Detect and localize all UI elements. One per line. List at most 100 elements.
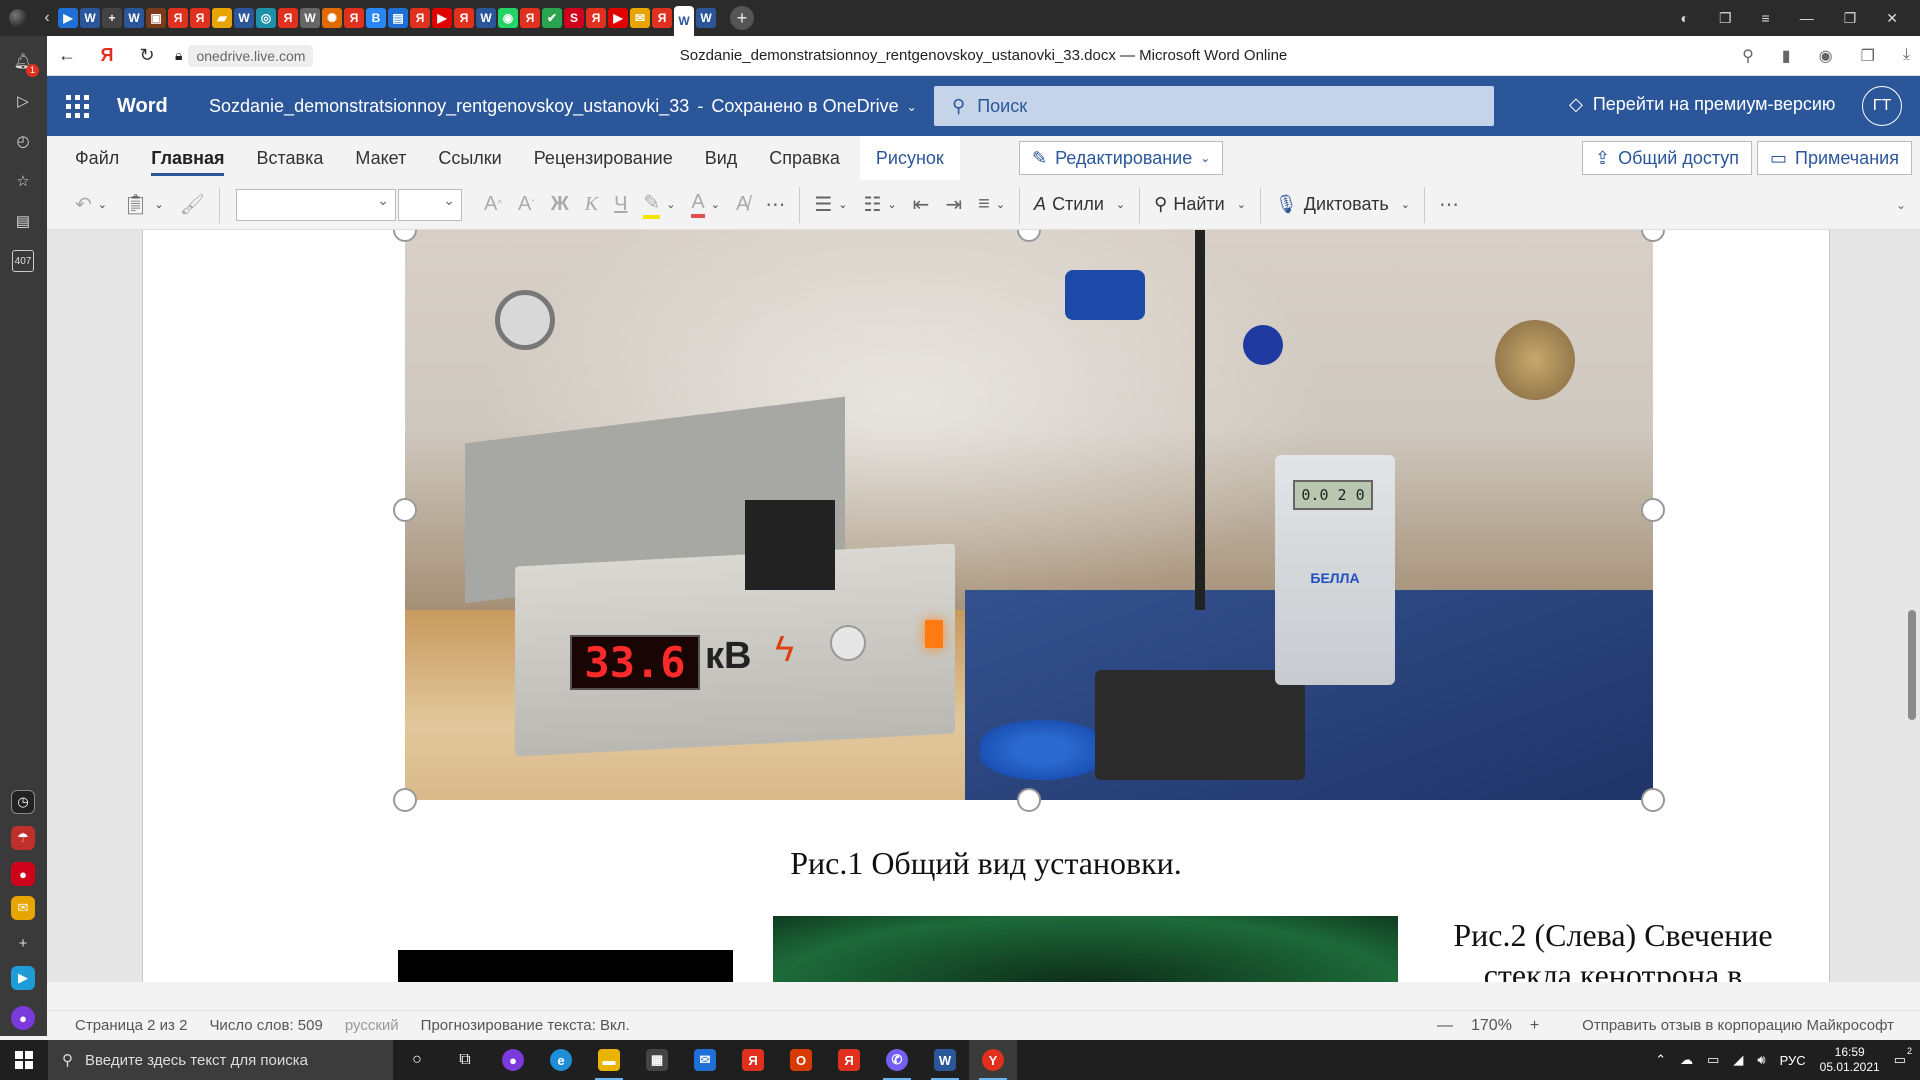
mail-icon[interactable]: ✉ [681, 1040, 729, 1080]
paste-button[interactable]: 📋︎ ⌄ [115, 188, 172, 222]
network-icon[interactable]: ◢ [1733, 1052, 1743, 1068]
figure-1-caption[interactable]: Рис.1 Общий вид установки. [143, 845, 1829, 882]
tab-icon-shield[interactable]: ✔ [542, 8, 562, 28]
app-mail-icon[interactable]: ✉ [11, 896, 35, 920]
alice-taskbar-icon[interactable]: ● [489, 1040, 537, 1080]
vertical-scrollbar[interactable] [1908, 610, 1916, 720]
tab-icon-site[interactable]: ◎ [256, 8, 276, 28]
back-icon[interactable]: ← [47, 45, 87, 66]
app-umbrella-icon[interactable]: ☂ [11, 826, 35, 850]
tab-icon-word[interactable]: W [124, 8, 144, 28]
tab-icon-youtube[interactable]: ▶ [608, 8, 628, 28]
yandex-icon[interactable]: Я [729, 1040, 777, 1080]
tab-icon-yandex[interactable]: Я [652, 8, 672, 28]
tab-icon-yandex[interactable]: Я [168, 8, 188, 28]
numbering-icon[interactable]: ☷ ⌄ [855, 188, 904, 222]
tab-icon-yandex[interactable]: Я [454, 8, 474, 28]
feedback-link[interactable]: Отправить отзыв в корпорацию Майкрософт [1582, 1017, 1894, 1034]
edge-icon[interactable]: e [537, 1040, 585, 1080]
restore-icon[interactable]: ❐ [1844, 10, 1857, 27]
office-icon[interactable]: O [777, 1040, 825, 1080]
browser-logo-icon[interactable] [0, 0, 36, 36]
highlight-icon[interactable]: ✎ ⌄ [635, 188, 683, 222]
avatar[interactable]: ГТ [1862, 86, 1902, 126]
increase-indent-icon[interactable]: ⇥ [937, 188, 970, 222]
tab-icon-vk[interactable]: B [366, 8, 386, 28]
tab-icon-word[interactable]: W [696, 8, 716, 28]
onedrive-icon[interactable]: ☁ [1680, 1052, 1693, 1068]
alice-icon[interactable]: ● [11, 1006, 35, 1030]
app-launcher-icon[interactable] [47, 76, 107, 136]
collections-icon[interactable]: ◐ [1681, 10, 1689, 26]
search-input[interactable]: ⚲ Поиск [934, 86, 1494, 126]
clear-formatting-icon[interactable]: A̸ [728, 188, 757, 222]
tab-icon-book[interactable]: ▣ [146, 8, 166, 28]
tab-icon-plus[interactable]: + [102, 8, 122, 28]
tab-icon-word[interactable]: W [80, 8, 100, 28]
tab-icon-yandex[interactable]: Я [278, 8, 298, 28]
editing-mode-button[interactable]: ✎ Редактирование ⌄ [1019, 141, 1224, 175]
word-count[interactable]: Число слов: 509 [209, 1017, 322, 1034]
menu-icon[interactable]: ≡ [1762, 10, 1770, 26]
battery-icon[interactable]: ▭ [1707, 1052, 1719, 1068]
dictate-button[interactable]: 🎙︎ Диктовать ⌄ [1267, 188, 1418, 222]
bullets-icon[interactable]: ☰ ⌄ [806, 188, 855, 222]
font-name-select[interactable] [235, 188, 396, 221]
task-view-icon[interactable]: ⧉ [441, 1040, 489, 1080]
tab-picture[interactable]: Рисунок [859, 136, 960, 180]
input-language[interactable]: РУС [1780, 1053, 1806, 1068]
viber-icon[interactable]: ✆ [873, 1040, 921, 1080]
tab-icon-yandex[interactable]: Я [520, 8, 540, 28]
tab-icon-yandex[interactable]: Я [190, 8, 210, 28]
zoom-in-button[interactable]: + [1530, 1017, 1539, 1035]
undo-button[interactable]: ↶ ⌄ [67, 188, 115, 222]
start-button[interactable] [0, 1040, 48, 1080]
resize-handle[interactable] [1641, 498, 1665, 522]
clock[interactable]: 16:59 05.01.2021 [1820, 1045, 1880, 1075]
figure-2-caption[interactable]: Рис.2 (Слева) Свечение стекла кенотрона … [1433, 915, 1793, 982]
play-icon[interactable]: ▷ [12, 90, 34, 112]
tab-icon-youtube[interactable]: ▶ [432, 8, 452, 28]
font-size-select[interactable] [397, 188, 462, 221]
tab-layout[interactable]: Макет [339, 136, 422, 180]
yandex-home-icon[interactable]: Я [87, 45, 127, 66]
tab-icon-word[interactable]: W [234, 8, 254, 28]
figure-2-right-image[interactable] [773, 916, 1398, 982]
app-name[interactable]: Word [117, 95, 187, 118]
align-icon[interactable]: ≡ ⌄ [970, 188, 1013, 222]
tab-help[interactable]: Справка [753, 136, 856, 180]
tab-icon-mail[interactable]: ✉ [630, 8, 650, 28]
tab-view[interactable]: Вид [689, 136, 754, 180]
tab-icon-yandex[interactable]: Я [344, 8, 364, 28]
resize-handle[interactable] [1641, 788, 1665, 812]
translate-icon[interactable]: ⚲ [1742, 46, 1754, 66]
protect-icon[interactable]: ◉ [1819, 46, 1833, 66]
history-icon[interactable]: ◴ [12, 130, 34, 152]
tab-icon-word[interactable]: W [476, 8, 496, 28]
zoom-level[interactable]: 170% [1471, 1017, 1512, 1035]
ribbon-collapse-icon[interactable]: ⌄ [1888, 188, 1914, 222]
decrease-indent-icon[interactable]: ⇤ [905, 188, 938, 222]
find-button[interactable]: ⚲ Найти ⌄ [1146, 188, 1254, 222]
bookmark-icon[interactable]: ▮ [1782, 46, 1791, 66]
tab-icon-video[interactable]: ▶ [58, 8, 78, 28]
word-taskbar-icon[interactable]: W [921, 1040, 969, 1080]
resize-handle[interactable] [393, 788, 417, 812]
grow-font-icon[interactable]: A ^ [476, 188, 510, 222]
tab-icon-yandex[interactable]: Я [586, 8, 606, 28]
underline-icon[interactable]: Ч [606, 188, 635, 222]
italic-icon[interactable]: К [577, 188, 606, 222]
url-field[interactable]: 🔒︎ onedrive.live.com [175, 44, 314, 67]
figure-1-photo[interactable]: 33.6 кВ ϟ 0.0 2 0 БЕЛЛА [405, 230, 1653, 800]
comments-button[interactable]: ▭ Примечания [1757, 141, 1912, 175]
close-icon[interactable]: ✕ [1886, 10, 1898, 27]
share-button[interactable]: ⇪ Общий доступ [1582, 141, 1753, 175]
tray-expand-icon[interactable]: ⌃ [1655, 1052, 1666, 1068]
add-app-icon[interactable]: + [12, 932, 34, 954]
counter-badge[interactable]: 407 [12, 250, 34, 272]
format-painter-icon[interactable]: 🖌︎ [172, 188, 213, 222]
resize-handle[interactable] [1017, 788, 1041, 812]
font-color-icon[interactable]: A ⌄ [683, 188, 728, 222]
cortana-icon[interactable]: ○ [393, 1040, 441, 1080]
star-icon[interactable]: ☆ [12, 170, 34, 192]
